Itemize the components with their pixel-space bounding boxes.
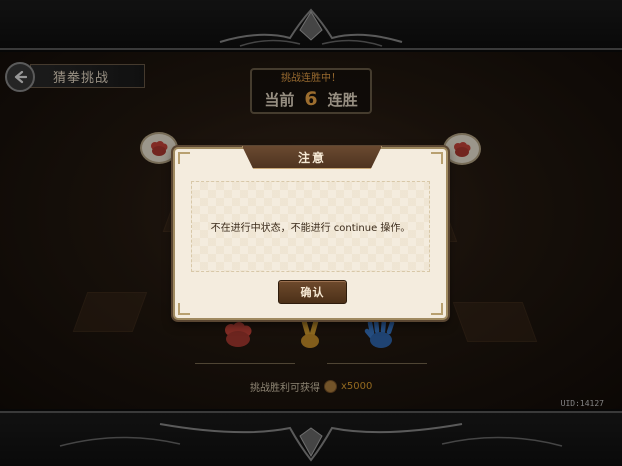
dialog-message: 不在进行中状态，不能进行 continue 操作。 xyxy=(210,223,411,234)
corner-ornament xyxy=(431,152,443,164)
corner-ornament xyxy=(178,303,190,315)
notice-dialog: 注意 不在进行中状态，不能进行 continue 操作。 确认 xyxy=(173,146,448,320)
confirm-label: 确认 xyxy=(300,286,325,299)
corner-ornament xyxy=(431,303,443,315)
dialog-title-tab: 注意 xyxy=(242,146,382,169)
dialog-title: 注意 xyxy=(297,150,326,165)
confirm-button[interactable]: 确认 xyxy=(278,280,347,304)
dialog-body: 不在进行中状态，不能进行 continue 操作。 xyxy=(191,181,430,272)
corner-ornament xyxy=(178,152,190,164)
